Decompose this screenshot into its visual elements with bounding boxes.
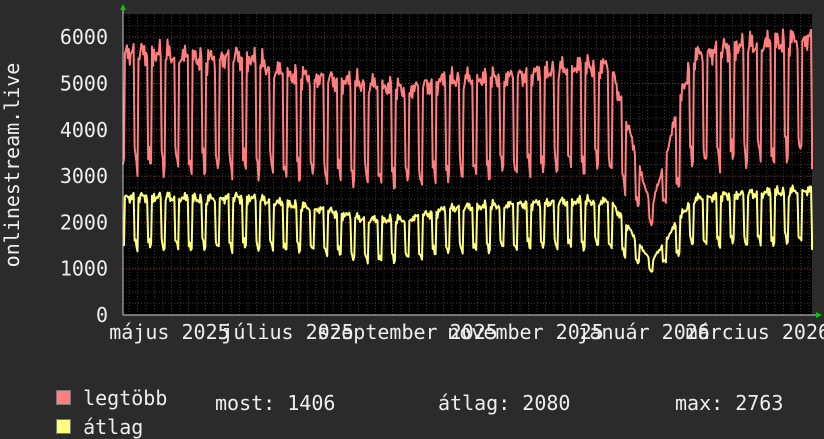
legend-swatch-avg <box>56 419 72 434</box>
y-tick-label: 2000 <box>60 210 108 234</box>
legend-item-avg: átlag <box>32 391 143 439</box>
x-tick-label: május 2025 <box>109 320 229 344</box>
y-axis-arrow <box>120 4 126 10</box>
x-tick-label: március 2026 <box>686 320 824 344</box>
stat-now: most: 1406 <box>215 391 336 415</box>
x-axis-arrow <box>816 312 822 318</box>
y-tick-label: 4000 <box>60 118 108 142</box>
y-tick-label: 6000 <box>60 25 108 49</box>
stat-avg: átlag: 2080 <box>438 391 571 415</box>
y-tick-label: 5000 <box>60 71 108 95</box>
y-tick-label: 1000 <box>60 257 108 281</box>
y-tick-label: 0 <box>96 303 108 327</box>
legend-label-avg: átlag <box>83 415 144 439</box>
stat-max: max: 2763 <box>675 391 784 415</box>
y-tick-label: 3000 <box>60 164 108 188</box>
y-axis-label: onlinestream.live <box>0 63 24 268</box>
